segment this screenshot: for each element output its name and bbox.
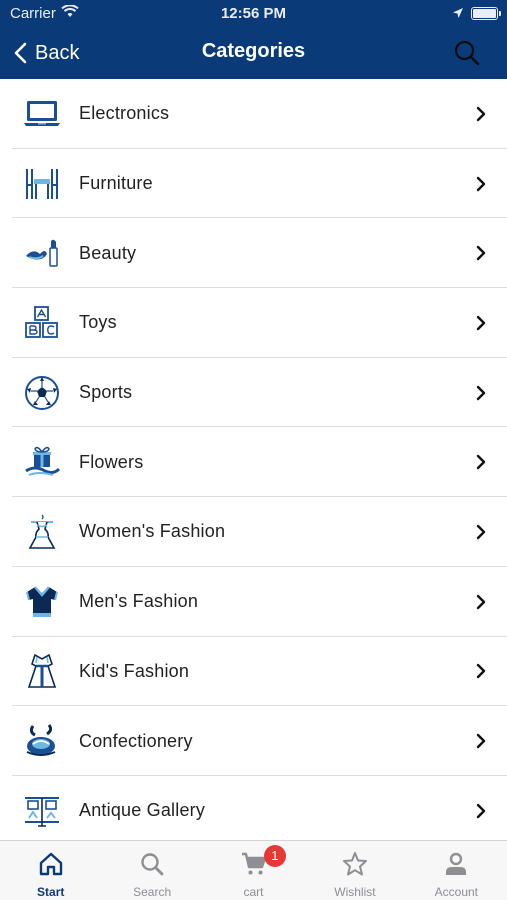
tab-label: Search bbox=[133, 885, 172, 899]
category-label: Confectionery bbox=[79, 730, 193, 751]
laptop-icon bbox=[24, 100, 60, 126]
status-time: 12:56 PM bbox=[220, 5, 287, 22]
back-button[interactable]: Back bbox=[14, 38, 79, 68]
chevron-right-icon bbox=[476, 733, 486, 749]
chairs-icon bbox=[26, 168, 58, 199]
home-icon bbox=[39, 852, 62, 876]
tab-label: cart bbox=[243, 885, 264, 899]
user-icon bbox=[446, 852, 467, 875]
back-label: Back bbox=[35, 41, 80, 64]
cart-icon bbox=[241, 852, 266, 875]
category-label: Furniture bbox=[79, 173, 153, 194]
chevron-right-icon bbox=[476, 803, 486, 818]
gallery-icon bbox=[25, 796, 59, 827]
category-label: Men's Fashion bbox=[79, 591, 199, 612]
category-row-flowers[interactable]: Flowers bbox=[0, 427, 507, 497]
tab-label: Account bbox=[434, 885, 478, 899]
category-row-confectionery[interactable]: Confectionery bbox=[0, 706, 507, 776]
search-icon bbox=[454, 40, 480, 66]
header-bar: Carrier 12:56 PM Back Categories bbox=[0, 0, 507, 79]
tab-search[interactable]: Search bbox=[101, 841, 202, 900]
tab-wishlist[interactable]: Wishlist bbox=[304, 841, 405, 900]
chevron-right-icon bbox=[476, 664, 486, 679]
dress-icon bbox=[28, 514, 56, 549]
toy-blocks-icon bbox=[25, 306, 58, 338]
chevron-right-icon bbox=[476, 246, 486, 261]
category-label: Women's Fashion bbox=[79, 521, 226, 542]
category-label: Toys bbox=[79, 312, 117, 333]
chevron-right-icon bbox=[476, 524, 486, 540]
chevron-right-icon bbox=[476, 106, 486, 122]
chevron-left-icon bbox=[14, 42, 27, 64]
category-label: Sports bbox=[79, 382, 133, 403]
status-bar: Carrier 12:56 PM bbox=[0, 0, 507, 28]
category-row-mens-fashion[interactable]: Men's Fashion bbox=[0, 567, 507, 637]
gift-flowers-icon bbox=[25, 447, 61, 477]
category-row-furniture[interactable]: Furniture bbox=[0, 149, 507, 219]
tab-bar: Start Search 1 cart Wishlist Account bbox=[0, 840, 507, 900]
tab-label: Start bbox=[37, 885, 65, 899]
search-icon bbox=[141, 853, 164, 876]
location-arrow-icon bbox=[453, 8, 463, 18]
chevron-right-icon bbox=[476, 315, 486, 331]
chevron-right-icon bbox=[476, 594, 486, 609]
category-row-womens-fashion[interactable]: Women's Fashion bbox=[0, 497, 507, 567]
star-icon bbox=[342, 852, 367, 876]
category-row-kids-fashion[interactable]: Kid's Fashion bbox=[0, 637, 507, 707]
lipstick-icon bbox=[26, 239, 58, 267]
soccer-ball-icon bbox=[25, 375, 59, 410]
category-label: Electronics bbox=[79, 103, 170, 124]
cart-badge: 1 bbox=[263, 845, 286, 867]
category-row-antique-gallery[interactable]: Antique Gallery bbox=[0, 776, 507, 840]
category-label: Antique Gallery bbox=[79, 800, 206, 821]
shirt-icon bbox=[26, 585, 58, 617]
navigation-bar: Back Categories bbox=[0, 28, 507, 79]
header-search-button[interactable] bbox=[453, 39, 481, 67]
chevron-right-icon bbox=[476, 455, 486, 470]
category-row-toys[interactable]: Toys bbox=[0, 288, 507, 358]
chevron-right-icon bbox=[476, 385, 486, 400]
category-label: Flowers bbox=[79, 451, 144, 472]
chevron-right-icon bbox=[476, 176, 486, 191]
category-list: Electronics Furniture Beauty Toys Sports… bbox=[0, 79, 507, 840]
tab-label: Wishlist bbox=[334, 885, 376, 899]
tab-cart[interactable]: 1 cart bbox=[203, 841, 304, 900]
tab-start[interactable]: Start bbox=[0, 841, 101, 900]
category-label: Kid's Fashion bbox=[79, 660, 190, 681]
battery-icon bbox=[471, 7, 501, 20]
category-label: Beauty bbox=[79, 242, 137, 263]
category-row-electronics[interactable]: Electronics bbox=[0, 79, 507, 149]
candy-icon bbox=[26, 724, 56, 757]
kids-dress-icon bbox=[27, 654, 57, 689]
tab-account[interactable]: Account bbox=[406, 841, 507, 900]
category-row-beauty[interactable]: Beauty bbox=[0, 218, 507, 288]
category-row-sports[interactable]: Sports bbox=[0, 358, 507, 428]
